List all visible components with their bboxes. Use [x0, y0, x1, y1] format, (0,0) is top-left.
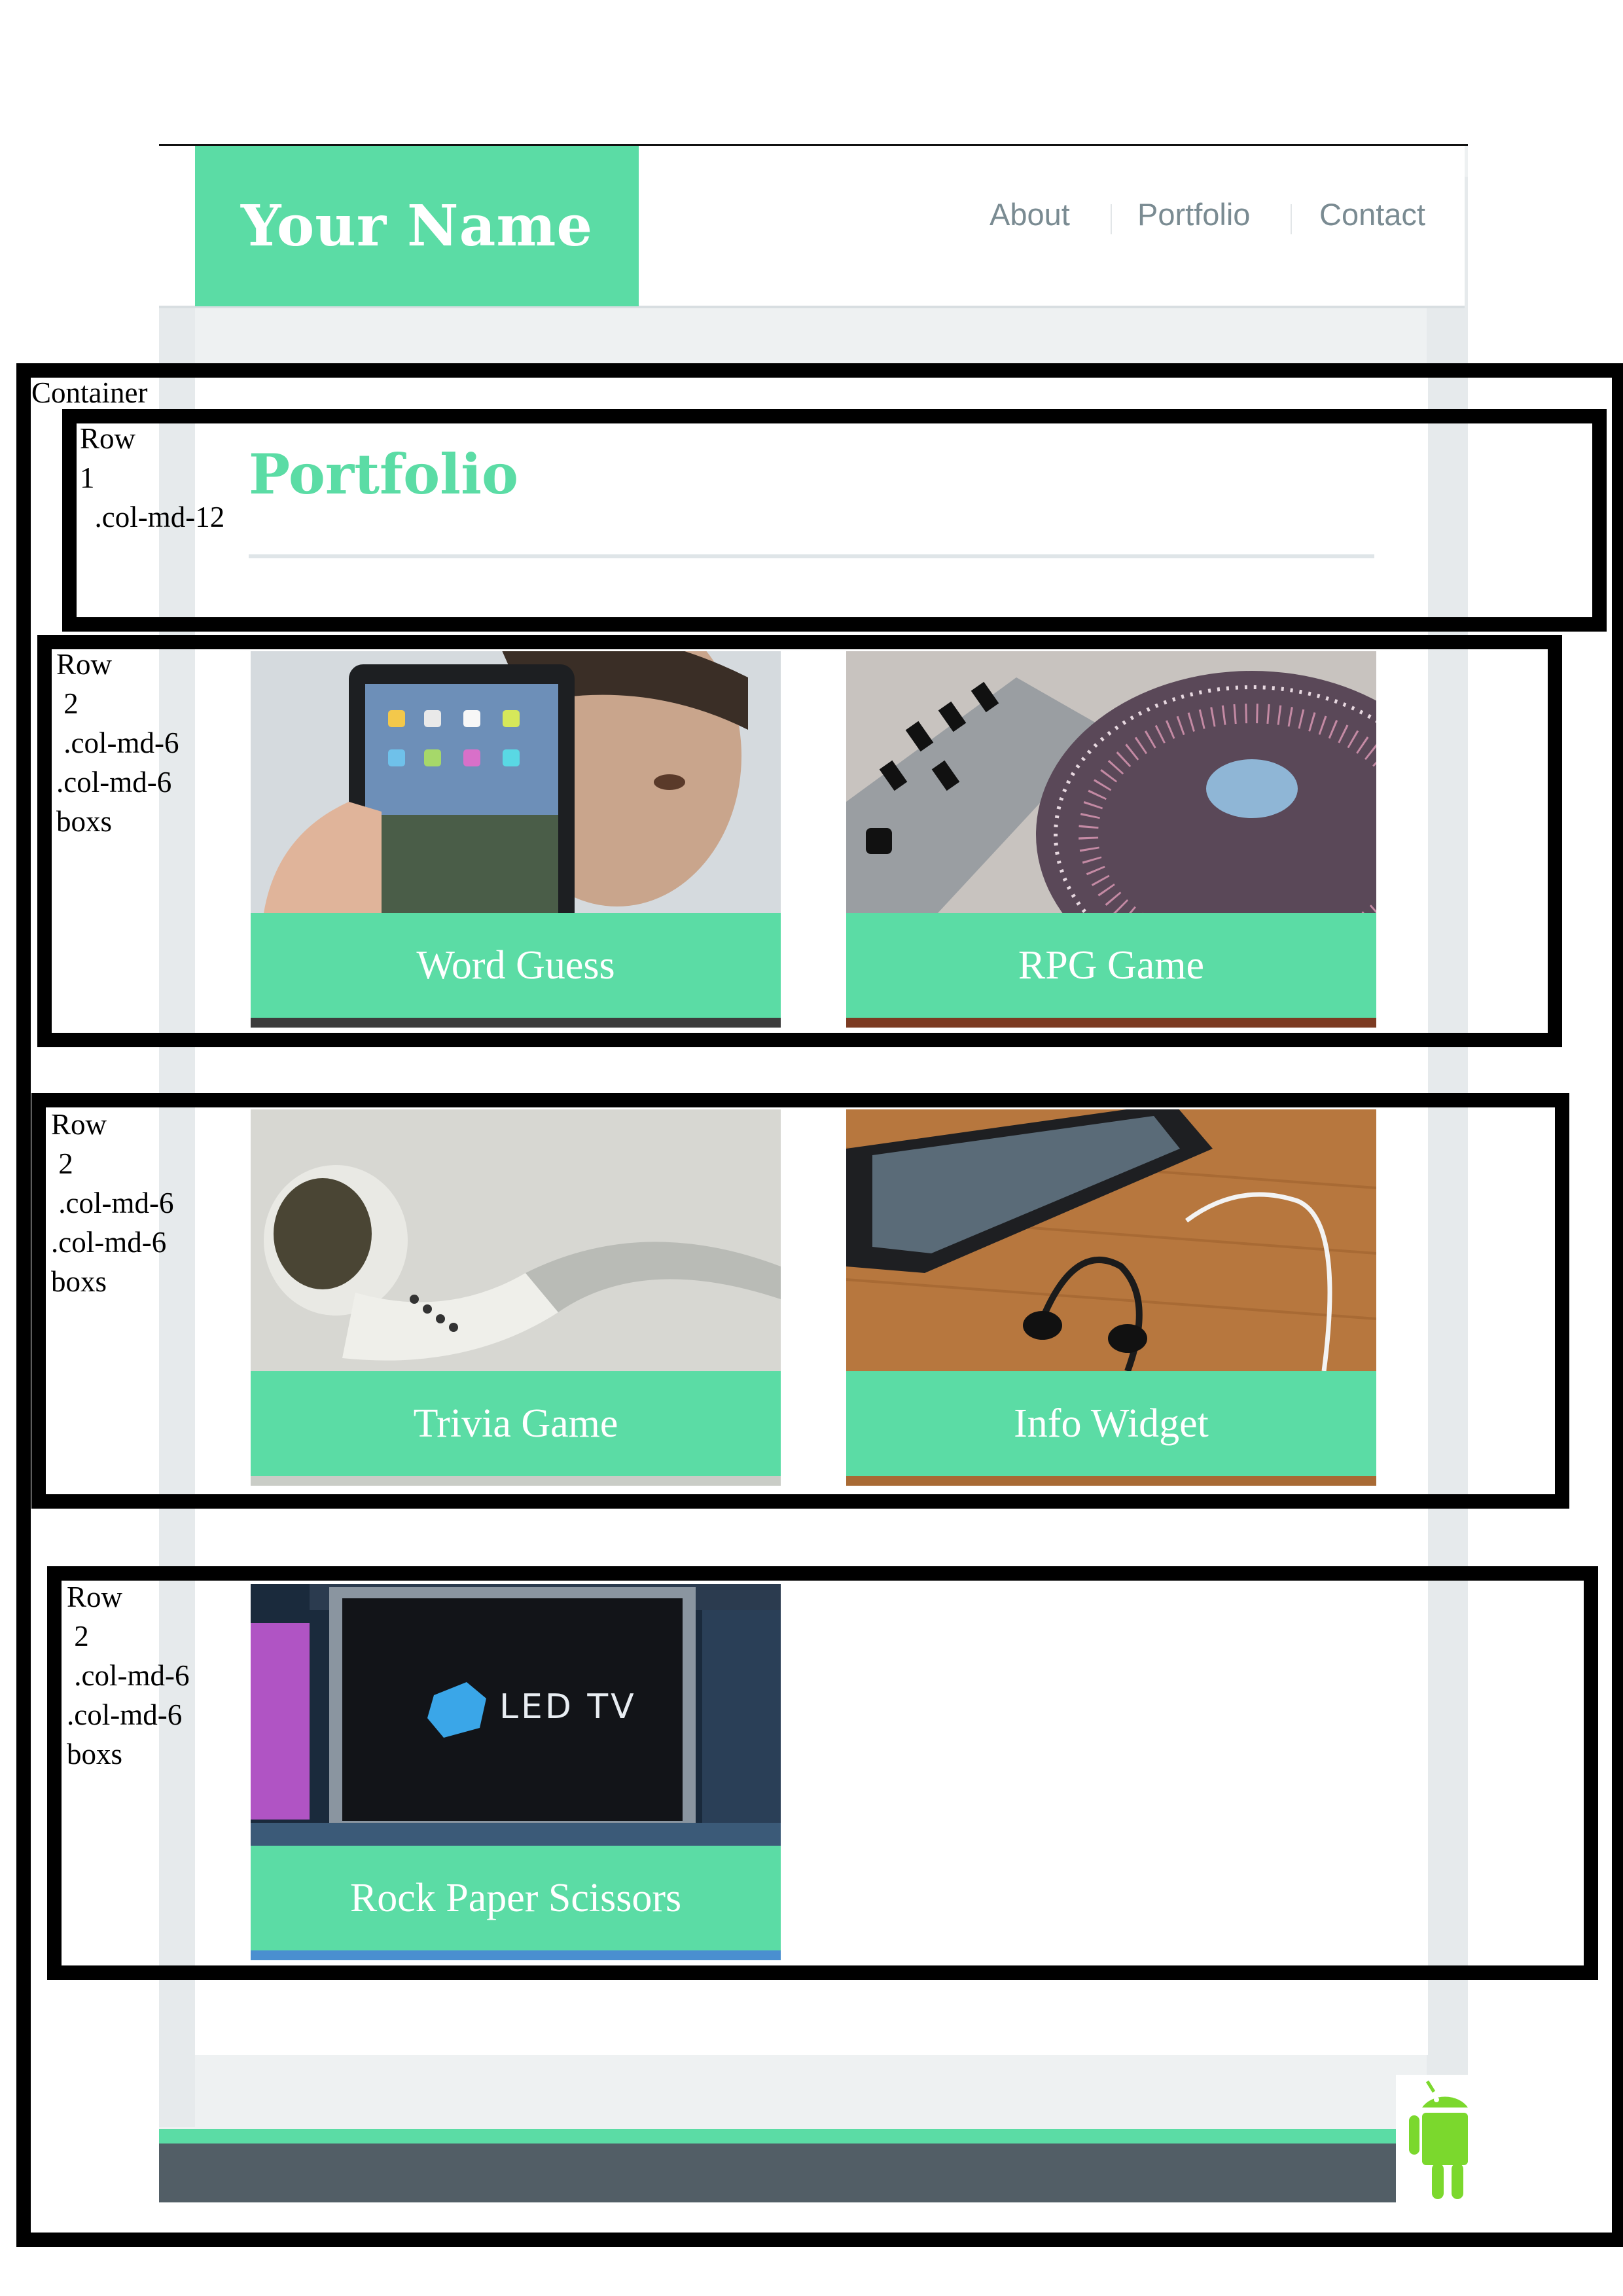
row1-annotation-box [62, 409, 1607, 632]
row2b-annotation-box [31, 1093, 1569, 1509]
row1-annotation-label: Row 1 .col-md-12 [80, 422, 225, 533]
nav-portfolio[interactable]: Portfolio [1137, 196, 1250, 232]
nav-divider [1111, 204, 1112, 234]
row2a-annotation-box [37, 635, 1562, 1047]
container-annotation-label: Container [31, 376, 148, 409]
nav-divider [1291, 204, 1292, 234]
row2c-annotation-box [47, 1566, 1598, 1980]
nav-contact[interactable]: Contact [1319, 196, 1425, 232]
nav-about[interactable]: About [990, 196, 1070, 232]
row2a-annotation-label: Row 2 .col-md-6 .col-md-6 boxs [56, 648, 179, 838]
row2c-annotation-label: Row 2 .col-md-6 .col-md-6 boxs [67, 1581, 190, 1770]
brand-logo[interactable]: Your Name [195, 146, 639, 306]
row2b-annotation-label: Row 2 .col-md-6 .col-md-6 boxs [51, 1108, 174, 1298]
